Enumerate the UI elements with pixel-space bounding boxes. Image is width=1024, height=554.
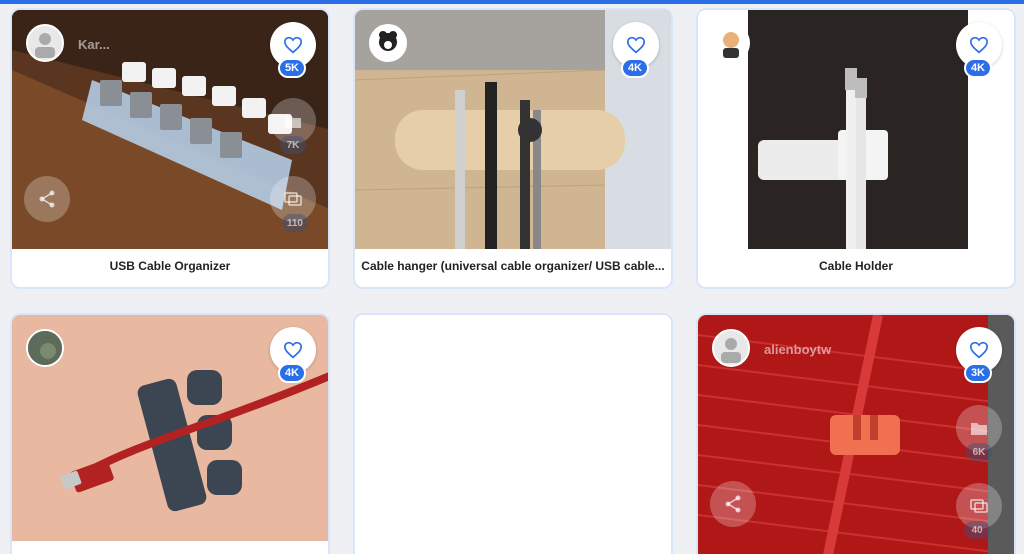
comments-icon <box>284 192 302 206</box>
heart-icon <box>283 36 303 54</box>
model-thumbnail[interactable]: Kar... 5K 7K 110 <box>12 10 328 249</box>
like-count-badge: 4K <box>277 363 306 383</box>
model-thumbnail-placeholder <box>355 315 671 541</box>
share-icon <box>725 495 741 513</box>
model-thumbnail[interactable]: alienboytw 3K 6K 40 <box>698 315 1014 554</box>
collect-count-badge: 7K <box>280 136 306 154</box>
model-card-spool-clip[interactable]: alienboytw 3K 6K 40 <box>696 313 1016 554</box>
model-card-placeholder[interactable] <box>353 313 673 554</box>
author-avatar[interactable] <box>712 24 750 62</box>
folder-icon <box>971 423 987 435</box>
author-username[interactable]: alienboytw <box>764 342 831 357</box>
heart-icon <box>626 36 646 54</box>
model-thumbnail[interactable]: 4K <box>12 315 328 541</box>
model-card-usb-cable-organizer[interactable]: Kar... 5K 7K 110 USB Cable Organizer <box>10 8 330 289</box>
heart-icon <box>969 341 989 359</box>
author-avatar[interactable] <box>712 329 750 367</box>
like-count-badge: 4K <box>963 58 992 78</box>
comments-count-badge: 110 <box>281 214 308 232</box>
author-avatar[interactable] <box>26 329 64 367</box>
model-thumbnail[interactable]: 4K <box>355 10 671 249</box>
heart-icon <box>969 36 989 54</box>
model-title[interactable]: Cable Holder <box>698 245 1014 287</box>
like-count-badge: 5K <box>277 58 306 78</box>
like-count-badge: 3K <box>963 363 992 383</box>
share-icon <box>39 190 55 208</box>
comments-count-badge: 40 <box>964 521 990 539</box>
share-button[interactable] <box>710 481 756 527</box>
model-card-cable-holder[interactable]: 4K Cable Holder <box>696 8 1016 289</box>
author-avatar[interactable] <box>26 24 64 62</box>
comments-icon <box>970 499 988 513</box>
heart-icon <box>283 341 303 359</box>
folder-icon <box>285 116 301 128</box>
model-title[interactable]: USB Cable Organizer <box>12 245 328 287</box>
author-username[interactable]: Kar... <box>78 37 110 52</box>
model-title[interactable]: Cable hanger (universal cable organizer/… <box>355 245 671 287</box>
collect-count-badge: 6K <box>966 443 992 461</box>
top-accent-bar <box>0 0 1024 4</box>
like-count-badge: 4K <box>620 58 649 78</box>
model-thumbnail[interactable]: 4K <box>698 10 1014 249</box>
model-card-cable-clip[interactable]: 4K <box>10 313 330 554</box>
author-avatar[interactable] <box>369 24 407 62</box>
model-card-cable-hanger[interactable]: 4K Cable hanger (universal cable organiz… <box>353 8 673 289</box>
share-button[interactable] <box>24 176 70 222</box>
